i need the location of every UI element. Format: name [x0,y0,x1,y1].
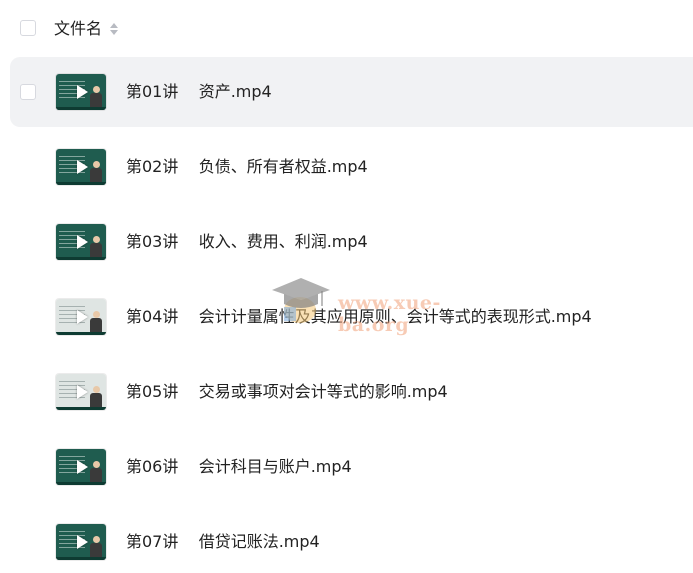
file-row[interactable]: 第04讲 会计计量属性及其应用原则、会计等式的表现形式.mp4 [10,282,693,352]
video-thumbnail[interactable] [56,374,106,410]
video-thumbnail[interactable] [56,224,106,260]
lecture-title: 负债、所有者权益.mp4 [198,157,368,176]
video-thumbnail[interactable] [56,149,106,185]
file-row[interactable]: 第01讲 资产.mp4 [10,57,693,127]
lecture-number: 第04讲 [126,307,179,326]
play-icon [77,460,88,474]
select-all-checkbox[interactable] [20,20,36,36]
lecture-title: 交易或事项对会计等式的影响.mp4 [198,382,448,401]
lecture-title: 会计科目与账户.mp4 [198,457,352,476]
column-header-label: 文件名 [54,19,103,38]
file-name[interactable]: 第01讲 资产.mp4 [126,81,272,103]
file-list-page: 文件名 第01讲 资产.mp4 第02讲 负债、所有者权益.mp4 第03讲 收入、… [0,0,693,573]
thumbnail-bar [56,482,106,485]
thumbnail-bar [56,407,106,410]
thumbnail-bar [56,332,106,335]
video-thumbnail[interactable] [56,74,106,110]
thumbnail-bar [56,557,106,560]
lecture-title: 收入、费用、利润.mp4 [198,232,368,251]
file-name[interactable]: 第04讲 会计计量属性及其应用原则、会计等式的表现形式.mp4 [126,306,592,328]
play-icon [77,385,88,399]
sort-descending-icon [110,30,119,35]
play-icon [77,160,88,174]
video-thumbnail[interactable] [56,449,106,485]
file-name[interactable]: 第03讲 收入、费用、利润.mp4 [126,231,368,253]
file-row[interactable]: 第02讲 负债、所有者权益.mp4 [10,132,693,202]
thumbnail-bar [56,182,106,185]
file-row[interactable]: 第06讲 会计科目与账户.mp4 [10,432,693,502]
lecture-number: 第03讲 [126,232,179,251]
file-row[interactable]: 第03讲 收入、费用、利润.mp4 [10,207,693,277]
lecture-number: 第05讲 [126,382,179,401]
play-icon [77,235,88,249]
video-thumbnail[interactable] [56,299,106,335]
sort-ascending-icon [110,23,119,28]
lecture-title: 资产.mp4 [198,82,272,101]
sort-icon[interactable] [110,21,119,37]
column-header-filename[interactable]: 文件名 [54,18,119,40]
file-row[interactable]: 第07讲 借贷记账法.mp4 [10,507,693,573]
file-name[interactable]: 第07讲 借贷记账法.mp4 [126,531,320,553]
thumbnail-bar [56,257,106,260]
lecture-number: 第01讲 [126,82,179,101]
lecture-number: 第07讲 [126,532,179,551]
lecture-number: 第06讲 [126,457,179,476]
lecture-number: 第02讲 [126,157,179,176]
file-row[interactable]: 第05讲 交易或事项对会计等式的影响.mp4 [10,357,693,427]
list-header: 文件名 [0,0,693,58]
thumbnail-bar [56,107,106,110]
play-icon [77,310,88,324]
lecture-title: 会计计量属性及其应用原则、会计等式的表现形式.mp4 [198,307,592,326]
file-name[interactable]: 第06讲 会计科目与账户.mp4 [126,456,352,478]
play-icon [77,85,88,99]
lecture-title: 借贷记账法.mp4 [198,532,320,551]
play-icon [77,535,88,549]
video-thumbnail[interactable] [56,524,106,560]
file-name[interactable]: 第02讲 负债、所有者权益.mp4 [126,156,368,178]
file-name[interactable]: 第05讲 交易或事项对会计等式的影响.mp4 [126,381,448,403]
row-checkbox[interactable] [20,84,36,100]
